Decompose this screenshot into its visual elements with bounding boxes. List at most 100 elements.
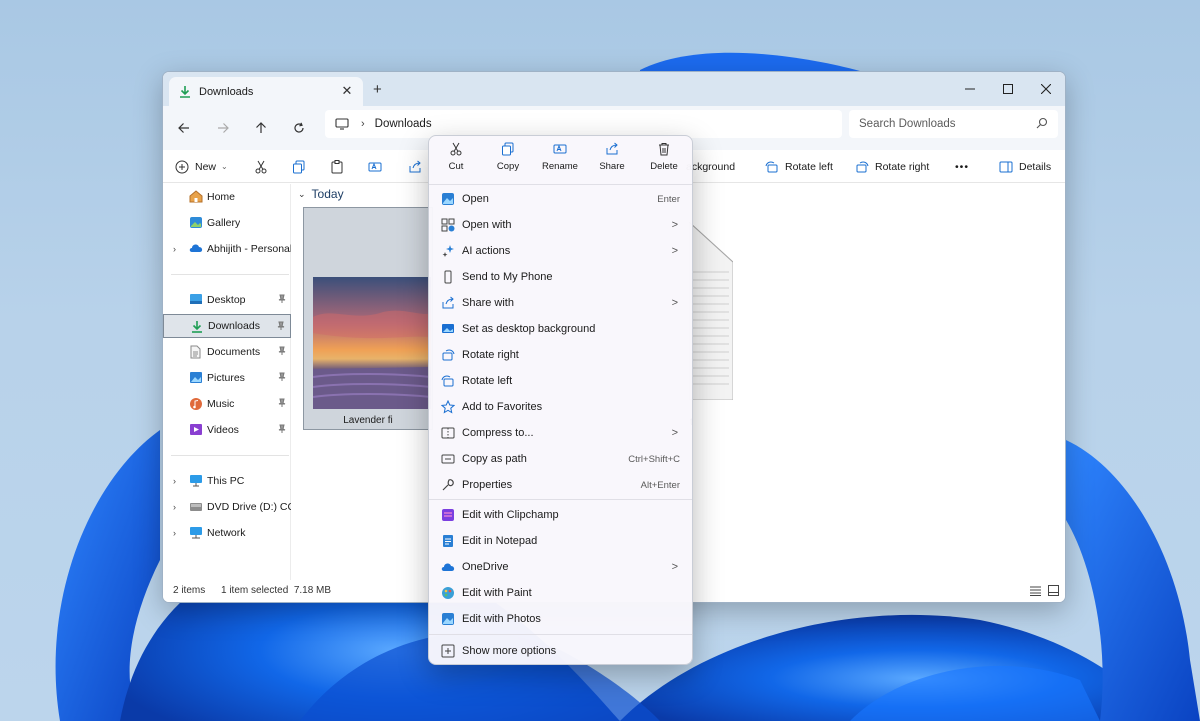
pin-icon[interactable] — [277, 294, 287, 304]
cut-toolbar-button[interactable] — [254, 150, 274, 183]
text-file-icon[interactable] — [689, 222, 733, 400]
chevron-right-icon[interactable]: › — [173, 502, 176, 512]
sidebar-item-dvd-drive[interactable]: › DVD Drive (D:) CCC — [163, 495, 291, 519]
forward-button[interactable] — [213, 118, 233, 138]
download-icon — [180, 86, 190, 98]
pictures-icon — [190, 372, 202, 383]
sidebar-item-this-pc[interactable]: › This PC — [163, 469, 291, 493]
file-tile-image[interactable]: Lavender fi — [303, 207, 433, 430]
chevron-right-icon[interactable]: › — [173, 528, 176, 538]
see-more-button[interactable]: ••• — [955, 150, 969, 183]
menu-item-open[interactable]: Open Enter — [429, 186, 692, 212]
paste-toolbar-button[interactable] — [330, 150, 350, 183]
clipboard-icon — [331, 159, 343, 173]
rename-icon — [368, 162, 382, 171]
share-toolbar-button[interactable] — [408, 150, 428, 183]
maximize-button[interactable] — [989, 72, 1027, 106]
details-button[interactable]: Details — [999, 150, 1051, 183]
computer-icon — [190, 475, 202, 487]
menu-item-share-with[interactable]: Share with > — [429, 290, 692, 316]
tiles-view-icon[interactable] — [1048, 585, 1059, 596]
menu-item-edit-clipchamp[interactable]: Edit with Clipchamp — [429, 502, 692, 528]
arrow-left-icon — [178, 123, 189, 133]
set-background-label: ackground — [686, 160, 736, 173]
minimize-icon — [965, 88, 975, 90]
search-input[interactable]: Search Downloads — [859, 118, 956, 130]
rename-button[interactable]: Rename — [534, 142, 586, 182]
scissors-icon — [450, 142, 462, 156]
share-button[interactable]: Share — [586, 142, 638, 182]
menu-item-ai-actions[interactable]: AI actions > — [429, 238, 692, 264]
pin-icon[interactable] — [277, 424, 287, 434]
rotate-left-icon — [765, 161, 778, 172]
menu-item-send-to-phone[interactable]: Send to My Phone — [429, 264, 692, 290]
menu-item-compress-to[interactable]: Compress to... > — [429, 420, 692, 446]
menu-item-copy-as-path[interactable]: Copy as path Ctrl+Shift+C — [429, 446, 692, 472]
close-button[interactable] — [1027, 72, 1065, 106]
gallery-icon — [190, 217, 202, 228]
menu-item-add-to-favorites[interactable]: Add to Favorites — [429, 394, 692, 420]
breadcrumb-downloads[interactable]: Downloads — [375, 118, 432, 130]
window-controls — [951, 72, 1065, 106]
sidebar-item-documents[interactable]: Documents — [163, 340, 291, 364]
arrow-up-icon — [256, 122, 266, 133]
sparkle-icon — [442, 245, 454, 257]
photos-app-icon — [442, 193, 454, 205]
menu-item-open-with[interactable]: Open with > — [429, 212, 692, 238]
sidebar-item-onedrive[interactable]: › Abhijith - Personal — [163, 237, 291, 261]
pin-icon[interactable] — [277, 346, 287, 356]
sidebar-item-home[interactable]: Home — [163, 185, 291, 209]
minimize-button[interactable] — [951, 72, 989, 106]
paint-icon — [442, 587, 454, 599]
new-tab-button[interactable]: + — [373, 81, 382, 98]
download-icon — [192, 321, 202, 333]
pin-icon[interactable] — [276, 321, 286, 331]
arrow-right-icon — [218, 123, 229, 133]
menu-item-edit-notepad[interactable]: Edit in Notepad — [429, 528, 692, 554]
cut-button[interactable]: Cut — [430, 142, 482, 182]
sidebar-item-gallery[interactable]: Gallery — [163, 211, 291, 235]
rotate-right-toolbar-button[interactable]: Rotate right — [855, 150, 929, 183]
new-button[interactable]: New ⌄ — [175, 150, 228, 183]
menu-item-set-desktop-background[interactable]: Set as desktop background — [429, 316, 692, 342]
quick-actions-bar: Cut Copy Rename Share Delete — [429, 136, 692, 184]
tab-downloads[interactable]: Downloads ✕ — [169, 77, 363, 106]
copy-button[interactable]: Copy — [482, 142, 534, 182]
menu-item-properties[interactable]: Properties Alt+Enter — [429, 472, 692, 498]
refresh-button[interactable] — [289, 118, 309, 138]
menu-item-rotate-right[interactable]: Rotate right — [429, 342, 692, 368]
sidebar-item-videos[interactable]: Videos — [163, 418, 291, 442]
up-button[interactable] — [251, 118, 271, 138]
sidebar-item-desktop[interactable]: Desktop — [163, 288, 291, 312]
details-view-icon[interactable] — [1030, 586, 1041, 596]
chevron-right-icon: > — [671, 561, 678, 573]
copy-toolbar-button[interactable] — [292, 150, 312, 183]
notepad-icon — [443, 535, 453, 547]
menu-item-edit-photos[interactable]: Edit with Photos — [429, 606, 692, 632]
rename-toolbar-button[interactable] — [368, 150, 388, 183]
desktop-folder-icon — [190, 294, 202, 304]
delete-button[interactable]: Delete — [638, 142, 690, 182]
menu-item-onedrive[interactable]: OneDrive > — [429, 554, 692, 580]
chevron-right-icon[interactable]: › — [173, 476, 176, 486]
sidebar-item-music[interactable]: Music — [163, 392, 291, 416]
address-bar[interactable]: › Downloads — [325, 110, 842, 138]
rotate-left-toolbar-button[interactable]: Rotate left — [765, 150, 833, 183]
search-icon — [1036, 117, 1048, 129]
chevron-right-icon[interactable]: › — [173, 244, 176, 254]
menu-item-edit-paint[interactable]: Edit with Paint — [429, 580, 692, 606]
chevron-right-icon: > — [671, 245, 678, 257]
back-button[interactable] — [174, 118, 194, 138]
sidebar-item-downloads[interactable]: Downloads — [163, 314, 291, 338]
set-background-toolbar-button[interactable]: ackground — [686, 150, 735, 183]
menu-item-rotate-left[interactable]: Rotate left — [429, 368, 692, 394]
search-box[interactable]: Search Downloads — [849, 110, 1058, 138]
menu-item-show-more-options[interactable]: Show more options — [429, 638, 692, 664]
group-header-today[interactable]: ⌄ Today — [298, 187, 344, 201]
divider — [171, 455, 289, 456]
pin-icon[interactable] — [277, 372, 287, 382]
pin-icon[interactable] — [277, 398, 287, 408]
sidebar-item-network[interactable]: › Network — [163, 521, 291, 545]
close-tab-icon[interactable]: ✕ — [339, 83, 355, 99]
sidebar-item-pictures[interactable]: Pictures — [163, 366, 291, 390]
